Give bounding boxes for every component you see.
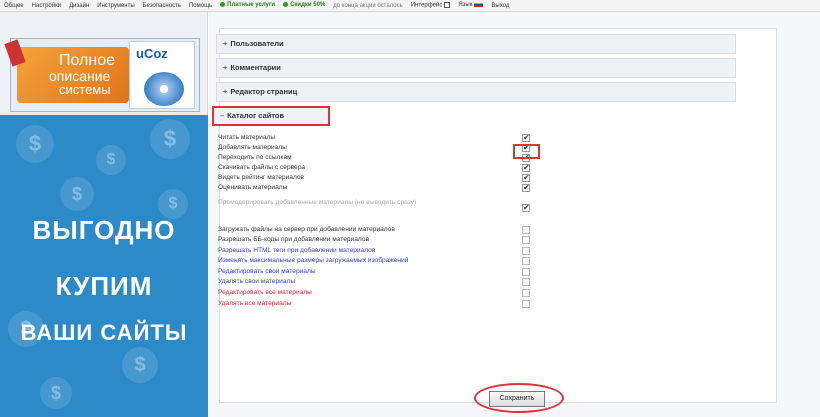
- section-site-catalog[interactable]: – Каталог сайтов: [212, 106, 330, 126]
- coin-icon: $: [150, 119, 190, 159]
- ad-line2: КУПИМ: [55, 271, 153, 301]
- section-comments[interactable]: + Комментарии: [216, 58, 736, 78]
- topbar-item[interactable]: Дизайн: [65, 3, 93, 9]
- disc-icon: [144, 72, 184, 106]
- section-users[interactable]: + Пользователи: [216, 34, 736, 54]
- permission-checkbox[interactable]: [522, 164, 530, 172]
- promo-line3: системы: [59, 82, 111, 97]
- advertisement-banner[interactable]: $ $ $ $ $ $ $ $ ВЫГОДНО КУПИМ ВАШИ САЙТЫ: [0, 115, 208, 417]
- ad-line1: ВЫГОДНО: [32, 215, 176, 245]
- permission-checkbox[interactable]: [522, 174, 530, 182]
- coin-dot-icon: [283, 2, 289, 8]
- coin-icon: $: [96, 145, 126, 175]
- topbar-item[interactable]: Общее: [0, 3, 28, 9]
- topbar-item[interactable]: Безопасность: [139, 3, 185, 9]
- promo-banner[interactable]: Полное описание системы uCoz: [4, 38, 200, 112]
- topbar-item[interactable]: до конца акции осталось: [329, 3, 406, 9]
- permission-label: Добавлять материалы: [218, 144, 287, 151]
- coin-icon: $: [122, 347, 158, 383]
- permission-label: Видеть рейтинг материалов: [218, 174, 305, 181]
- permission-label: Разрешать ББ-коды при добавлении материа…: [218, 236, 370, 243]
- permission-label: Оценивать материалы: [218, 184, 288, 191]
- permission-label: Удалять свои материалы: [218, 278, 296, 285]
- permission-checkbox[interactable]: [522, 300, 530, 308]
- topbar-item[interactable]: Интерфейс: [407, 2, 455, 9]
- section-page-editor[interactable]: + Редактор страниц: [216, 82, 736, 102]
- permission-label: Скачивать файлы с сервера: [218, 164, 306, 171]
- ucoz-logo: uCoz: [136, 46, 168, 61]
- permission-checkbox[interactable]: [522, 257, 530, 265]
- permission-label: Премодерировать добавленные материалы (н…: [218, 199, 417, 206]
- permission-label: Читать материалы: [218, 134, 276, 141]
- permission-checkbox[interactable]: [522, 226, 530, 234]
- interface-icon: [444, 2, 451, 9]
- permission-label: Редактировать свои материалы: [218, 268, 316, 275]
- ad-line3: ВАШИ САЙТЫ: [20, 320, 188, 345]
- topbar-item[interactable]: Язык: [454, 2, 487, 9]
- permission-checkbox[interactable]: [522, 204, 530, 212]
- promo-line2: описание: [49, 68, 111, 84]
- permission-label: Загружать файлы на сервер при добавлении…: [218, 226, 395, 233]
- ucoz-box-image: uCoz: [129, 41, 195, 109]
- permission-label: Удалять все материалы: [218, 300, 292, 307]
- permission-label: Переходить по ссылкам: [218, 154, 292, 161]
- highlight-box: [513, 144, 540, 159]
- highlight-ellipse: [474, 383, 564, 413]
- coin-icon: $: [60, 177, 94, 211]
- permission-checkbox[interactable]: [522, 278, 530, 286]
- topbar-item[interactable]: Платные услуги: [216, 2, 279, 9]
- coin-icon: $: [40, 377, 72, 409]
- coin-dot-icon: [220, 2, 226, 8]
- permission-label: Изменять максимальные размеры загружаемы…: [218, 257, 409, 264]
- coin-icon: $: [16, 125, 54, 163]
- permission-checkbox[interactable]: [522, 268, 530, 276]
- permission-label: Редактировать все материалы: [218, 289, 312, 296]
- permission-checkbox[interactable]: [522, 184, 530, 192]
- permission-checkbox[interactable]: [522, 289, 530, 297]
- top-navigation-bar: Общее Настройки Дизайн Инструменты Безопасно…: [0, 0, 820, 12]
- topbar-item[interactable]: Инструменты: [93, 3, 138, 9]
- permission-checkbox[interactable]: [522, 134, 530, 142]
- permission-checkbox[interactable]: [522, 236, 530, 244]
- promo-line1: Полное: [59, 52, 116, 69]
- topbar-item[interactable]: Выход: [487, 3, 513, 9]
- topbar-item[interactable]: Помощь: [185, 3, 216, 9]
- language-flag-icon: [474, 2, 484, 8]
- permission-label: Разрешать HTML теги при добавлении матер…: [218, 247, 376, 254]
- topbar-item[interactable]: Скидки 50%: [279, 2, 329, 9]
- permission-checkbox[interactable]: [522, 247, 530, 255]
- topbar-item[interactable]: Настройки: [28, 3, 65, 9]
